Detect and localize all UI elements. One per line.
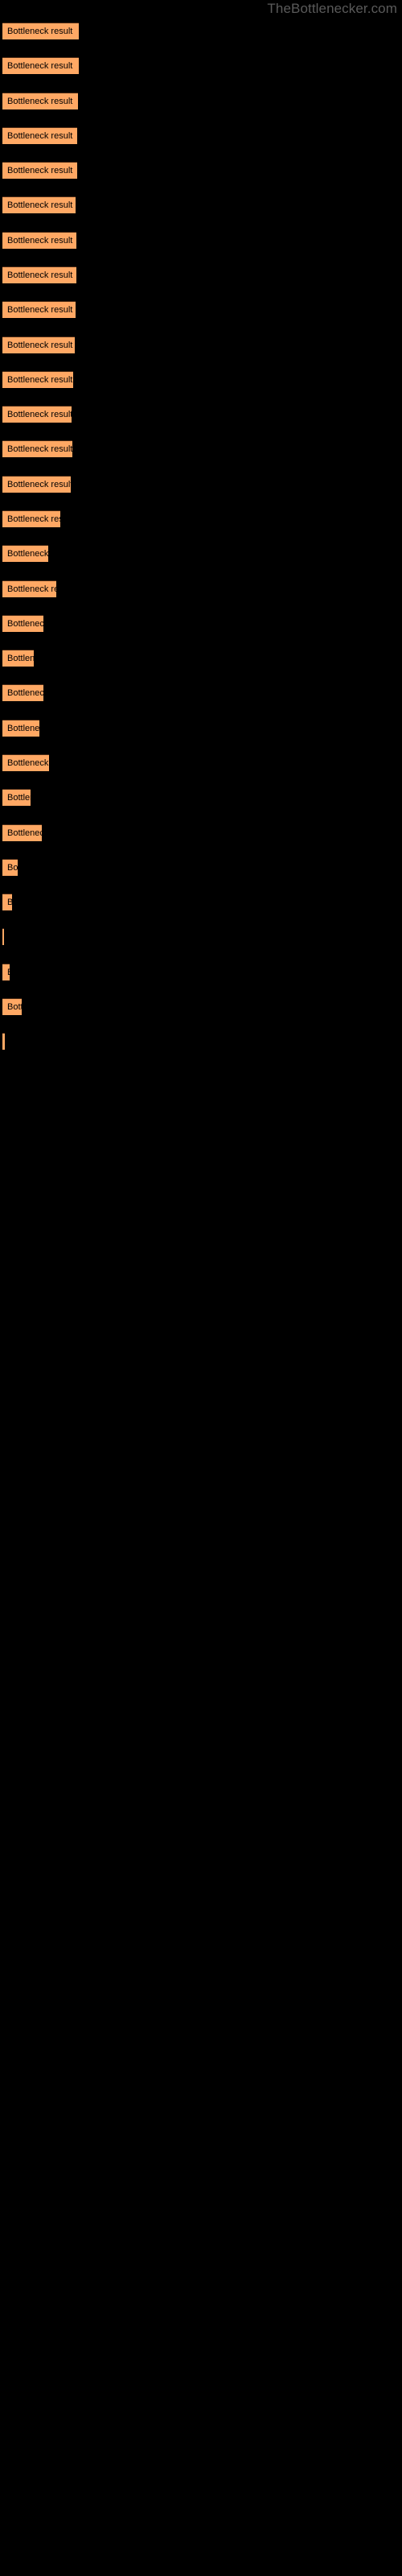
bar-label: Bottleneck result: [7, 200, 73, 210]
bar-label: Bottleneck result: [7, 97, 73, 106]
bar[interactable]: Bottleneck result: [2, 336, 75, 353]
bar[interactable]: Bottleneck result: [2, 127, 77, 144]
bar[interactable]: Bottleneck result: [2, 545, 48, 562]
bar-row: Bottleneck result: [0, 894, 402, 910]
bar-label: Bottleneck result: [7, 341, 73, 350]
bar[interactable]: Bottleneck result: [2, 440, 72, 457]
bar-label: Bottleneck result: [7, 654, 34, 663]
bar-row: Bottleneck result: [0, 406, 402, 423]
bar-label: Bottleneck result: [7, 166, 73, 175]
bar-label: Bottleneck result: [7, 688, 43, 698]
bar[interactable]: Bottleneck result: [2, 789, 31, 806]
bar-row: Bottleneck result: [0, 1033, 402, 1050]
bar-label: Bottleneck result: [7, 305, 73, 315]
bar-row: Bottleneck result: [0, 650, 402, 667]
bar-row: Bottleneck result: [0, 196, 402, 213]
bar[interactable]: Bottleneck result: [2, 580, 56, 597]
bar[interactable]: Bottleneck result: [2, 406, 72, 423]
bar[interactable]: Bottleneck result: [2, 998, 22, 1015]
bar-label: Bottleneck result: [7, 61, 73, 71]
bar-label: Bottleneck result: [7, 894, 12, 910]
bar[interactable]: Bottleneck result: [2, 928, 4, 945]
bar[interactable]: Bottleneck result: [2, 684, 43, 701]
bar-row: Bottleneck result: [0, 162, 402, 179]
bar[interactable]: Bottleneck result: [2, 476, 71, 493]
bar[interactable]: Bottleneck result: [2, 301, 76, 318]
bar-label: Bottleneck result: [7, 270, 73, 280]
bar-row: Bottleneck result: [0, 440, 402, 457]
bar[interactable]: Bottleneck result: [2, 754, 49, 771]
bar-row: Bottleneck result: [0, 301, 402, 318]
bar[interactable]: Bottleneck result: [2, 615, 43, 632]
bar[interactable]: Bottleneck result: [2, 894, 12, 910]
bar[interactable]: Bottleneck result: [2, 510, 60, 527]
bar-label: Bottleneck result: [7, 724, 39, 733]
bar[interactable]: Bottleneck result: [2, 1033, 5, 1050]
bar-label: Bottleneck result: [7, 758, 49, 768]
bar-row: Bottleneck result: [0, 336, 402, 353]
bar-row: Bottleneck result: [0, 964, 402, 980]
bar-row: Bottleneck result: [0, 371, 402, 388]
bar-label: Bottleneck result: [7, 1002, 22, 1012]
bar[interactable]: Bottleneck result: [2, 650, 34, 667]
bar-row: Bottleneck result: [0, 510, 402, 527]
bar-row: Bottleneck result: [0, 93, 402, 109]
bar[interactable]: Bottleneck result: [2, 93, 78, 109]
bar-row: Bottleneck result: [0, 127, 402, 144]
bar-label: Bottleneck result: [7, 375, 73, 385]
bar-row: Bottleneck result: [0, 545, 402, 562]
bar-list: Bottleneck result Bottleneck result Bottle…: [0, 0, 402, 2576]
bar-label: Bottleneck result: [7, 236, 73, 246]
bar-row: Bottleneck result: [0, 615, 402, 632]
bar[interactable]: Bottleneck result: [2, 57, 79, 74]
bar-row: Bottleneck result: [0, 789, 402, 806]
bar-row: Bottleneck result: [0, 57, 402, 74]
bar-row: Bottleneck result: [0, 23, 402, 39]
bar-row: Bottleneck result: [0, 824, 402, 841]
bar[interactable]: Bottleneck result: [2, 266, 76, 283]
bar-row: Bottleneck result: [0, 684, 402, 701]
bar-label: Bottleneck result: [7, 549, 48, 559]
bar-label: Bottleneck result: [7, 863, 18, 873]
bar-label: Bottleneck result: [7, 828, 42, 838]
bar-label: Bottleneck result: [7, 793, 31, 803]
bar-row: Bottleneck result: [0, 928, 402, 945]
bar-row: Bottleneck result: [0, 232, 402, 249]
bottleneck-chart: TheBottlenecker.com Bottleneck result Bot…: [0, 0, 402, 2576]
bar-label: Bottleneck result: [7, 131, 73, 141]
bar[interactable]: Bottleneck result: [2, 196, 76, 213]
bar-row: Bottleneck result: [0, 720, 402, 737]
bar-row: Bottleneck result: [0, 476, 402, 493]
bar-row: Bottleneck result: [0, 859, 402, 876]
bar[interactable]: Bottleneck result: [2, 720, 39, 737]
bar-row: Bottleneck result: [0, 998, 402, 1015]
bar[interactable]: Bottleneck result: [2, 162, 77, 179]
bar-label: Bottleneck result: [7, 964, 10, 980]
bar-row: Bottleneck result: [0, 266, 402, 283]
bar-row: Bottleneck result: [0, 754, 402, 771]
bar[interactable]: Bottleneck result: [2, 824, 42, 841]
bar[interactable]: Bottleneck result: [2, 859, 18, 876]
bar-row: Bottleneck result: [0, 580, 402, 597]
bar-label: Bottleneck result: [7, 514, 60, 524]
bar[interactable]: Bottleneck result: [2, 232, 76, 249]
bar-label: Bottleneck result: [7, 480, 71, 489]
bar-label: Bottleneck result: [7, 619, 43, 629]
bar-label: Bottleneck result: [7, 410, 72, 419]
bar-label: Bottleneck result: [7, 444, 72, 454]
bar-label: Bottleneck result: [7, 584, 56, 594]
bar[interactable]: Bottleneck result: [2, 23, 79, 39]
bar[interactable]: Bottleneck result: [2, 964, 10, 980]
bar[interactable]: Bottleneck result: [2, 371, 73, 388]
bar-label: Bottleneck result: [7, 27, 73, 36]
